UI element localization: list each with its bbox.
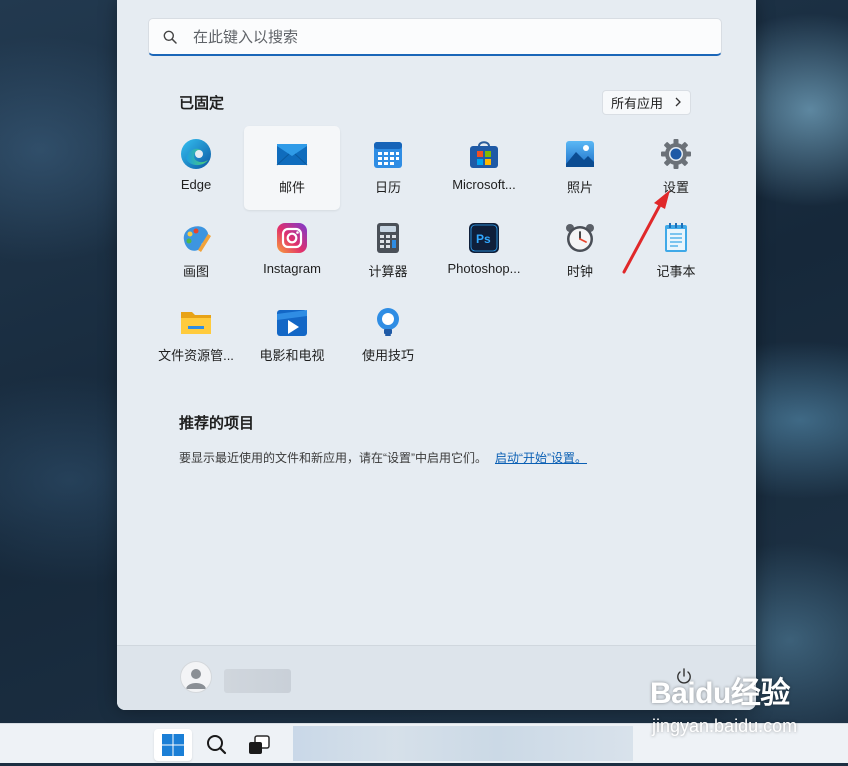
pinned-app-settings[interactable]: 设置 <box>628 126 724 210</box>
app-label: 画图 <box>182 264 209 279</box>
all-apps-label: 所有应用 <box>611 96 664 111</box>
pinned-app-photoshop[interactable]: Ps Photoshop... <box>436 210 532 294</box>
start-menu: 已固定 所有应用 Edge 邮件 <box>117 0 756 710</box>
start-button[interactable] <box>154 729 192 761</box>
pinned-app-clock[interactable]: 时钟 <box>532 210 628 294</box>
app-label: 时钟 <box>566 264 593 279</box>
watermark-url: jingyan.baidu.com <box>652 716 798 736</box>
app-label: Photoshop... <box>447 261 521 276</box>
store-icon <box>470 141 498 168</box>
clock-icon <box>566 224 594 252</box>
start-settings-link[interactable]: 启动“开始”设置。 <box>495 451 587 465</box>
user-avatar[interactable] <box>180 661 212 693</box>
file-explorer-icon <box>181 312 211 334</box>
notepad-icon <box>665 223 687 252</box>
recommended-message-text: 要显示最近使用的文件和新应用，请在“设置”中启用它们。 <box>179 451 487 465</box>
taskbar-pinned-apps-blurred <box>293 726 633 761</box>
search-input[interactable] <box>191 19 695 55</box>
app-label: 记事本 <box>656 264 696 279</box>
pinned-app-edge[interactable]: Edge <box>148 126 244 210</box>
app-label: 文件资源管... <box>158 348 234 363</box>
svg-text:Ps: Ps <box>476 232 491 246</box>
pinned-app-notepad[interactable]: 记事本 <box>628 210 724 294</box>
baidu-watermark: Baidu经验 jingyan.baidu.com <box>650 668 840 748</box>
photoshop-icon: Ps <box>469 223 499 253</box>
windows-logo-icon <box>162 734 184 756</box>
all-apps-button[interactable]: 所有应用 <box>602 90 691 115</box>
pinned-app-calendar[interactable]: 日历 <box>340 126 436 210</box>
photos-icon <box>566 141 594 167</box>
chevron-right-icon <box>675 97 681 107</box>
app-label: 使用技巧 <box>361 348 414 363</box>
taskbar-search-button[interactable] <box>198 729 236 761</box>
app-label: 设置 <box>662 180 689 195</box>
recommended-message: 要显示最近使用的文件和新应用，请在“设置”中启用它们。 启动“开始”设置。 <box>179 449 587 466</box>
app-label: Instagram <box>263 261 321 276</box>
app-label: 邮件 <box>278 180 305 195</box>
app-label: 电影和电视 <box>259 348 325 363</box>
app-label: 计算器 <box>368 264 408 279</box>
pinned-app-file-explorer[interactable]: 文件资源管... <box>148 294 244 378</box>
instagram-icon <box>277 223 307 253</box>
task-view-icon <box>249 735 270 754</box>
pinned-app-mail[interactable]: 邮件 <box>244 126 340 210</box>
task-view-button[interactable] <box>240 729 278 761</box>
edge-icon <box>181 139 211 169</box>
username-blurred <box>224 669 291 693</box>
mail-icon <box>276 144 308 166</box>
paint-icon <box>183 226 211 252</box>
search-icon <box>207 735 227 755</box>
settings-gear-icon <box>661 139 691 169</box>
movies-tv-icon <box>277 310 307 336</box>
search-box[interactable] <box>148 18 722 56</box>
pinned-app-instagram[interactable]: Instagram <box>244 210 340 294</box>
calendar-icon <box>374 142 402 168</box>
app-label: Edge <box>180 177 212 192</box>
search-icon <box>163 30 177 44</box>
calculator-icon <box>377 223 399 253</box>
pinned-app-photos[interactable]: 照片 <box>532 126 628 210</box>
pinned-section-title: 已固定 <box>179 95 225 112</box>
pinned-app-paint[interactable]: 画图 <box>148 210 244 294</box>
watermark-logo: Baidu经验 <box>650 677 790 710</box>
user-icon <box>186 669 206 689</box>
app-label: 照片 <box>566 180 593 195</box>
app-label: Microsoft... <box>452 177 516 192</box>
app-label: 日历 <box>374 180 401 195</box>
pinned-app-tips[interactable]: 使用技巧 <box>340 294 436 378</box>
tips-icon <box>377 308 399 336</box>
pinned-app-microsoft-store[interactable]: Microsoft... <box>436 126 532 210</box>
recommended-section-title: 推荐的项目 <box>179 415 255 432</box>
pinned-app-calculator[interactable]: 计算器 <box>340 210 436 294</box>
pinned-app-movies-tv[interactable]: 电影和电视 <box>244 294 340 378</box>
